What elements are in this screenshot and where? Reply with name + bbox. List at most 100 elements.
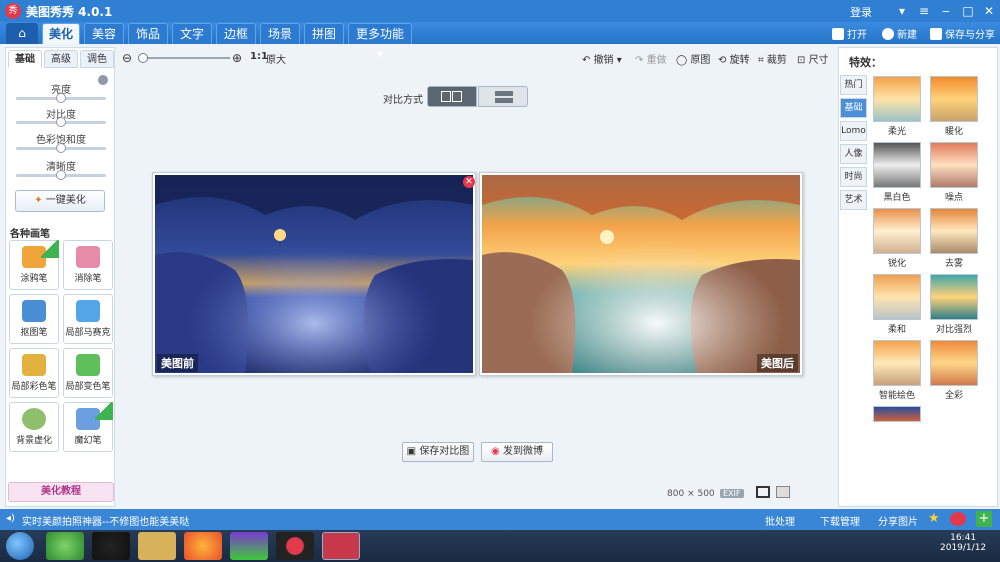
category-art[interactable]: 艺术 [840, 190, 867, 210]
compare-side-by-side-button[interactable] [427, 86, 477, 107]
close-button[interactable]: ✕ [980, 2, 998, 20]
effect-soft-light[interactable]: 柔光 [873, 76, 921, 137]
undo-button[interactable]: ↶ 撤销 ▾ [582, 51, 622, 66]
brushes-title: 各种画笔 [10, 229, 50, 240]
contrast-knob[interactable] [56, 117, 66, 127]
effect-more-thumb[interactable] [873, 406, 921, 422]
exif-button[interactable]: EXIF [720, 489, 744, 498]
tab-text[interactable]: 文字 [172, 23, 212, 44]
paint-brush-icon [22, 354, 46, 376]
category-portrait[interactable]: 人像 [840, 144, 867, 164]
image-dimensions: 800 × 500 [667, 489, 715, 499]
brightness-slider[interactable] [16, 93, 106, 103]
brush-doodle[interactable]: 涂鸦笔 [9, 240, 59, 290]
effect-warm[interactable]: 暖化 [930, 76, 978, 137]
status-tip[interactable]: 实时美颜拍照神器--不修图也能美美哒 [22, 513, 189, 528]
tab-beautify[interactable]: 美化 [42, 23, 80, 44]
new-button[interactable]: 新建 [882, 26, 917, 41]
saturation-knob[interactable] [56, 143, 66, 153]
tab-beauty[interactable]: 美容 [84, 23, 124, 44]
brush-local-color[interactable]: 局部彩色笔 [9, 348, 59, 398]
fit-view-icon[interactable] [756, 486, 770, 498]
clarity-slider[interactable] [16, 170, 106, 180]
save-share-button[interactable]: 保存与分享 [930, 26, 995, 41]
effects-panel: 特效： 热门 基础 Lomo 人像 时尚 艺术 柔光 暖化 黑白色 噪点 锐化 … [838, 47, 998, 507]
compare-view-icon[interactable] [776, 486, 790, 498]
category-basic[interactable]: 基础 [840, 98, 867, 118]
category-lomo[interactable]: Lomo [840, 121, 867, 141]
subtab-advanced[interactable]: 高级 [44, 50, 78, 68]
right-pane-icon [452, 91, 462, 102]
app-title: 美图秀秀 4.0.1 [26, 5, 113, 19]
taskbar-app-5[interactable] [230, 532, 268, 560]
saturation-slider[interactable] [16, 143, 106, 153]
add-icon[interactable]: + [976, 511, 992, 527]
category-fashion[interactable]: 时尚 [840, 167, 867, 187]
effect-high-contrast[interactable]: 对比强烈 [930, 274, 978, 335]
tab-more[interactable]: 更多功能 ▾ [348, 23, 412, 61]
share-image-button[interactable]: 分享图片 [878, 513, 918, 528]
weibo-icon[interactable] [950, 512, 966, 526]
category-popular[interactable]: 热门 [840, 75, 867, 95]
login-link[interactable]: 登录 [850, 4, 872, 20]
post-weibo-button[interactable]: ◉ 发到微博 [481, 442, 553, 462]
tab-accessories[interactable]: 饰品 [128, 23, 168, 44]
home-icon[interactable]: ⌂ [6, 23, 38, 44]
skin-icon[interactable]: ▾ [893, 2, 911, 20]
taskbar-meitu[interactable] [322, 532, 360, 560]
taskbar-firefox[interactable] [184, 532, 222, 560]
download-manager-button[interactable]: 下载管理 [820, 513, 860, 528]
maximize-button[interactable]: □ [959, 2, 977, 20]
save-compare-button[interactable]: ▣ 保存对比图 [402, 442, 474, 462]
rotate-button[interactable]: ⟲ 旋转 [718, 51, 750, 66]
effect-dehaze[interactable]: 去雾 [930, 208, 978, 269]
taskbar-recorder[interactable] [276, 532, 314, 560]
taskbar-app-1[interactable] [46, 532, 84, 560]
redo-button[interactable]: ↷ 重做 [635, 51, 667, 66]
effect-sharpen[interactable]: 锐化 [873, 208, 921, 269]
minimize-button[interactable]: ‒ [937, 2, 955, 20]
redo-icon: ↷ [635, 55, 647, 66]
zoom-in-icon[interactable]: ⊕ [232, 51, 242, 65]
tab-border[interactable]: 边框 [216, 23, 256, 44]
brush-recolor[interactable]: 局部变色笔 [63, 348, 113, 398]
tab-scene[interactable]: 场景 [260, 23, 300, 44]
zoom-out-icon[interactable]: ⊖ [122, 51, 132, 65]
zoom-knob[interactable] [138, 53, 148, 63]
taskbar-qq[interactable] [92, 532, 130, 560]
effect-smart-color[interactable]: 智能绘色 [873, 340, 921, 401]
brush-mosaic[interactable]: 局部马赛克 [63, 294, 113, 344]
brush-cutout[interactable]: 抠图笔 [9, 294, 59, 344]
one-click-beautify-button[interactable]: ✦ 一键美化 [15, 190, 105, 212]
size-button[interactable]: ⊡ 尺寸 [797, 51, 829, 66]
effect-soft[interactable]: 柔和 [873, 274, 921, 335]
close-compare-icon[interactable]: ✕ [463, 176, 475, 188]
after-image-frame: 美图后 [479, 172, 803, 376]
brightness-knob[interactable] [56, 93, 66, 103]
beautify-tutorial-button[interactable]: 美化教程 [8, 482, 114, 502]
open-button[interactable]: 打开 [832, 26, 867, 41]
menu-icon[interactable]: ≡ [915, 2, 933, 20]
taskbar-explorer[interactable] [138, 532, 176, 560]
effect-full-color[interactable]: 全彩 [930, 340, 978, 401]
tab-collage[interactable]: 拼图 [304, 23, 344, 44]
title-bar: 秀 美图秀秀 4.0.1 登录 ▾ ≡ ‒ □ ✕ [0, 0, 1000, 22]
compare-stacked-button[interactable] [478, 86, 528, 107]
effect-black-white[interactable]: 黑白色 [873, 142, 921, 203]
original-size-button[interactable]: 原大 [266, 51, 286, 66]
brush-eraser[interactable]: 消除笔 [63, 240, 113, 290]
effect-noise[interactable]: 噪点 [930, 142, 978, 203]
original-button[interactable]: ◯ 原图 [676, 51, 710, 66]
contrast-slider[interactable] [16, 117, 106, 127]
zoom-slider[interactable] [138, 53, 230, 63]
batch-process-button[interactable]: 批处理 [765, 513, 795, 528]
brush-background-blur[interactable]: 背景虚化 [9, 402, 59, 452]
compare-mode-label: 对比方式 [383, 95, 423, 106]
crop-button[interactable]: ⌗ 裁剪 [758, 51, 787, 66]
subtab-basic[interactable]: 基础 [8, 50, 42, 68]
clarity-knob[interactable] [56, 170, 66, 180]
start-button[interactable] [6, 532, 34, 560]
brush-magic[interactable]: 魔幻笔 [63, 402, 113, 452]
subtab-color[interactable]: 调色 [80, 50, 114, 68]
star-icon[interactable]: ★ [928, 511, 940, 526]
